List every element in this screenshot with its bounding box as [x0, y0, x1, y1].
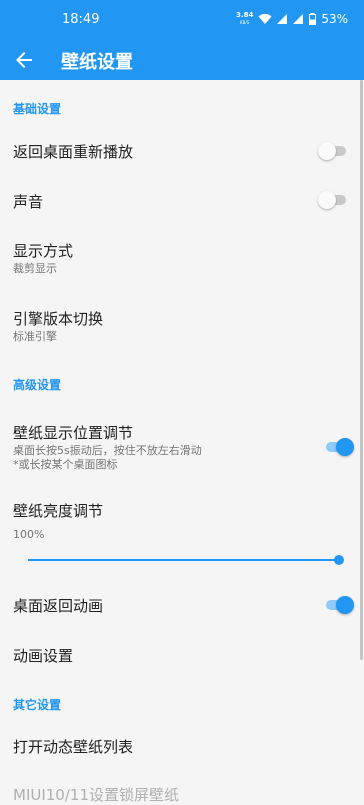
section-header-advanced: 高级设置	[13, 378, 62, 392]
setting-title: 声音	[13, 193, 44, 211]
slider-thumb[interactable]	[334, 555, 344, 565]
app-toolbar: 壁纸设置	[0, 40, 364, 80]
setting-subtitle: 标准引擎	[13, 330, 57, 343]
status-bar: 18:49 3.84 KB/S 53%	[0, 0, 364, 40]
setting-title: MIUI10/11设置锁屏壁纸	[13, 786, 179, 804]
page-title: 壁纸设置	[61, 52, 133, 73]
setting-title: 壁纸亮度调节	[13, 502, 104, 520]
setting-subtitle: 桌面长按5s振动后，按住不放左右滑动	[13, 444, 202, 457]
battery-percent: 53%	[321, 12, 348, 26]
brightness-slider[interactable]	[28, 555, 344, 565]
signal-icon	[277, 14, 288, 24]
arrow-left-icon[interactable]	[12, 48, 36, 72]
setting-subtitle-2: *或长按某个桌面图标	[13, 458, 118, 471]
setting-brightness: 壁纸亮度调节 100%	[0, 490, 364, 580]
return-anim-switch[interactable]	[324, 595, 354, 615]
status-time: 18:49	[62, 12, 100, 27]
setting-subtitle: 裁剪显示	[13, 262, 57, 275]
setting-title: 桌面返回动画	[13, 597, 104, 615]
setting-position-adjust[interactable]: 壁纸显示位置调节 桌面长按5s振动后，按住不放左右滑动 *或长按某个桌面图标	[0, 410, 364, 480]
setting-sound[interactable]: 声音	[0, 177, 364, 225]
sound-switch[interactable]	[318, 190, 348, 210]
setting-open-list[interactable]: 打开动态壁纸列表	[0, 724, 364, 768]
signal-icon-2	[293, 14, 304, 24]
setting-title: 壁纸显示位置调节	[13, 424, 134, 442]
setting-title: 打开动态壁纸列表	[13, 738, 134, 756]
setting-display-mode[interactable]: 显示方式 裁剪显示	[0, 228, 364, 288]
setting-title: 动画设置	[13, 647, 74, 665]
setting-return-anim[interactable]: 桌面返回动画	[0, 583, 364, 627]
slider-track	[28, 559, 336, 561]
setting-anim-settings[interactable]: 动画设置	[0, 633, 364, 677]
setting-title: 引擎版本切换	[13, 310, 104, 328]
setting-title: 显示方式	[13, 242, 74, 260]
section-header-basic: 基础设置	[13, 102, 62, 116]
setting-miui[interactable]: MIUI10/11设置锁屏壁纸	[0, 772, 364, 804]
setting-title: 返回桌面重新播放	[13, 143, 134, 161]
section-header-other: 其它设置	[13, 698, 62, 712]
battery-icon	[309, 13, 317, 25]
network-speed: 3.84 KB/S	[236, 11, 254, 26]
wifi-icon	[258, 13, 272, 24]
position-adjust-switch[interactable]	[324, 437, 354, 457]
setting-engine-version[interactable]: 引擎版本切换 标准引擎	[0, 296, 364, 356]
setting-return-replay[interactable]: 返回桌面重新播放	[0, 127, 364, 175]
scrollbar[interactable]	[360, 80, 363, 660]
status-icons: 3.84 KB/S 53%	[236, 11, 348, 27]
brightness-value: 100%	[13, 528, 45, 541]
return-replay-switch[interactable]	[318, 141, 348, 161]
